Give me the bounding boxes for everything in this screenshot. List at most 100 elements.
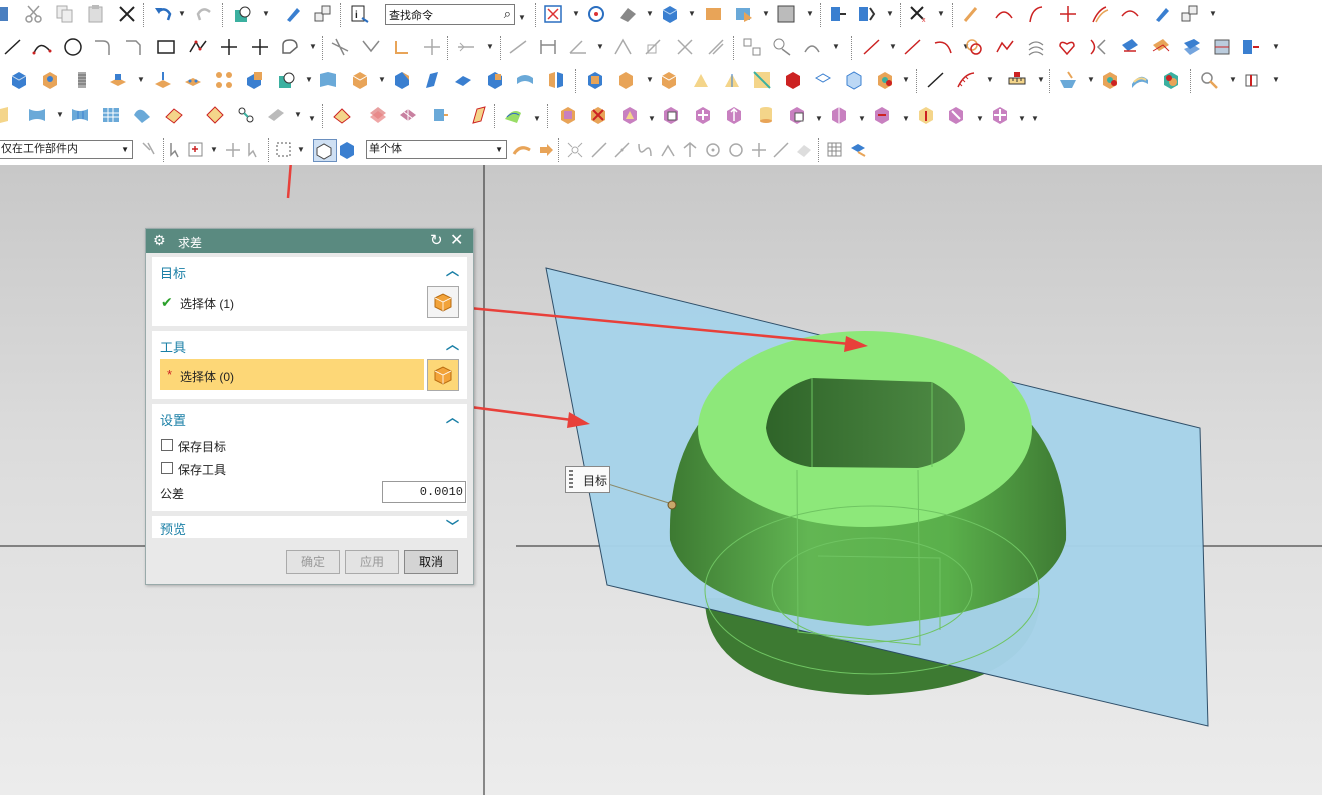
thicken-icon[interactable] (469, 105, 489, 125)
point-tool-icon[interactable] (962, 4, 982, 24)
sync-move-face-icon[interactable] (558, 105, 578, 125)
dropdown-arrow[interactable]: ▼ (1018, 109, 1026, 129)
point-plus-icon[interactable] (219, 37, 239, 57)
snap-quadrant-icon[interactable] (726, 140, 746, 160)
bridge-curve-icon[interactable] (1120, 4, 1140, 24)
dropdown-arrow[interactable]: ▼ (646, 70, 654, 90)
offset-face-icon[interactable] (453, 70, 473, 90)
dropdown-arrow[interactable]: ▼ (309, 37, 317, 57)
through-curves-icon[interactable] (27, 105, 47, 125)
sync-relate-icon[interactable] (916, 105, 936, 125)
swept-icon[interactable] (132, 105, 152, 125)
paste-icon[interactable] (86, 4, 106, 24)
paste-face-icon[interactable] (844, 70, 864, 90)
resize-blend-icon[interactable] (722, 70, 742, 90)
sync-edit-icon[interactable] (990, 105, 1010, 125)
dropdown-arrow[interactable]: ▼ (1229, 70, 1237, 90)
select-feature-icon[interactable] (246, 140, 266, 160)
check-geometry-icon[interactable] (1199, 70, 1219, 90)
draft-icon[interactable] (422, 70, 442, 90)
grid-icon[interactable] (825, 140, 845, 160)
project-curve-icon[interactable] (1088, 37, 1108, 57)
dropdown-arrow[interactable]: ▼ (762, 4, 770, 24)
dropdown-arrow[interactable]: ▼ (572, 4, 580, 24)
undo-icon[interactable] (153, 4, 173, 24)
keep-tool-label[interactable]: 保存工具 (178, 461, 226, 478)
extract-curve-icon[interactable] (1240, 37, 1260, 57)
curvature-analysis-icon[interactable] (1100, 70, 1120, 90)
clipping-section-icon[interactable] (1243, 70, 1263, 90)
dropdown-arrow[interactable]: ▼ (294, 105, 302, 125)
sync-copy-icon[interactable] (787, 105, 807, 125)
dropdown-arrow[interactable]: ▼ (308, 109, 316, 129)
keep-target-label[interactable]: 保存目标 (178, 438, 226, 455)
patch-icon[interactable] (266, 105, 286, 125)
mirror-curve-icon[interactable] (456, 37, 476, 57)
tool-select-body-row[interactable]: * 选择体 (0) (160, 359, 424, 390)
layer-icon[interactable] (734, 4, 754, 24)
wrap-curve-icon[interactable] (1151, 37, 1171, 57)
snap-existing-point-icon[interactable] (749, 140, 769, 160)
chamfer-icon[interactable] (124, 37, 144, 57)
measure-distance-icon[interactable] (926, 70, 946, 90)
dropdown-arrow[interactable]: ▼ (305, 70, 313, 90)
dropdown-arrow[interactable]: ▼ (297, 140, 305, 160)
close-icon[interactable]: ✕ (450, 230, 463, 250)
scope-filter-select[interactable]: 仅在工作部件内 ▼ (0, 140, 133, 159)
sew-icon[interactable] (332, 105, 352, 125)
undo-dropdown-arrow[interactable]: ▼ (178, 4, 186, 24)
dropdown-arrow[interactable]: ▼ (815, 109, 823, 129)
curve-trim-icon[interactable] (994, 4, 1014, 24)
face-analysis-icon[interactable] (875, 70, 895, 90)
apply-button[interactable]: 应用 (345, 550, 399, 574)
dropdown-arrow[interactable]: ▼ (986, 70, 994, 90)
point-set-icon[interactable] (250, 37, 270, 57)
dropdown-arrow[interactable]: ▼ (1087, 70, 1095, 90)
line-basic-icon[interactable] (903, 37, 923, 57)
resize-face-icon[interactable] (752, 70, 772, 90)
settings-section-header[interactable]: 设置 (160, 410, 186, 429)
dropdown-arrow[interactable]: ▼ (858, 109, 866, 129)
edit-curve-icon[interactable] (1152, 4, 1172, 24)
face-rule-icon[interactable] (512, 140, 532, 160)
unite-icon[interactable] (245, 70, 265, 90)
redo-icon[interactable] (195, 4, 215, 24)
fit-view-icon[interactable] (543, 4, 563, 24)
offset-curve-icon[interactable] (1090, 4, 1110, 24)
profile-icon[interactable] (280, 37, 300, 57)
convert-reference-icon[interactable] (706, 37, 726, 57)
delete-icon[interactable] (117, 4, 137, 24)
surface-analysis-icon[interactable] (1058, 70, 1078, 90)
measure-angle-icon[interactable] (956, 70, 976, 90)
render-style-icon[interactable] (618, 4, 638, 24)
snap-control-icon[interactable] (635, 140, 655, 160)
offset-region-icon[interactable] (691, 70, 711, 90)
dropdown-arrow[interactable]: ▼ (646, 4, 654, 24)
snap-mid-icon[interactable] (612, 140, 632, 160)
pad-icon[interactable] (108, 70, 128, 90)
subtract-icon[interactable] (277, 70, 297, 90)
wcs-move-icon[interactable] (828, 4, 848, 24)
intersect-curve-icon[interactable] (1058, 4, 1078, 24)
sync-size-icon[interactable] (946, 105, 966, 125)
dropdown-arrow[interactable]: ▼ (378, 70, 386, 90)
chevron-down-icon[interactable]: ﹀ (446, 516, 459, 535)
snap-perpendicular-icon[interactable] (680, 140, 700, 160)
circle-icon[interactable] (63, 37, 83, 57)
angular-dimension-icon[interactable] (568, 37, 588, 57)
helix-icon[interactable] (964, 37, 984, 57)
reflection-analysis-icon[interactable] (1130, 70, 1150, 90)
n-sided-surface-icon[interactable] (205, 105, 225, 125)
scale-body-icon[interactable] (485, 70, 505, 90)
dropdown-arrow[interactable]: ▼ (210, 140, 218, 160)
dropdown-arrow[interactable]: ▼ (806, 4, 814, 24)
inferred-constraints-icon[interactable] (772, 37, 792, 57)
show-hide-icon[interactable] (313, 4, 333, 24)
dropdown-arrow[interactable]: ▼ (1209, 4, 1217, 24)
arrow-right-icon[interactable] (536, 140, 556, 160)
selection-box-icon[interactable] (186, 140, 206, 160)
dropdown-arrow[interactable]: ▼ (688, 4, 696, 24)
target-section-header[interactable]: 目标 (160, 263, 186, 282)
dropdown-arrow[interactable]: ▼ (56, 105, 64, 125)
draft-analysis-icon[interactable] (1161, 70, 1181, 90)
